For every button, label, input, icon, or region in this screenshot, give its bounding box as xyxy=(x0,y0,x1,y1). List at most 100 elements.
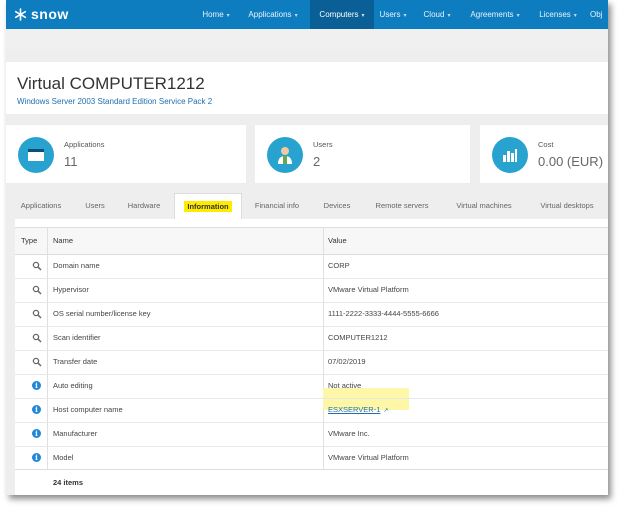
table-footer: 24 items xyxy=(15,469,608,495)
row-value: 07/02/2019 xyxy=(328,357,366,366)
nav-computers[interactable]: Computers ▾ xyxy=(310,0,374,29)
table-row[interactable]: i Manufacturer VMware Inc. xyxy=(15,422,608,447)
stat-label: Applications xyxy=(64,140,105,149)
table-row[interactable]: Domain name CORP xyxy=(15,254,608,279)
host-computer-link[interactable]: ESXSERVER-1 ↗ xyxy=(328,398,388,422)
table-row[interactable]: i Host computer name ESXSERVER-1 ↗ xyxy=(15,398,608,423)
table-row[interactable]: i Auto editing Not active xyxy=(15,374,608,399)
row-name: Host computer name xyxy=(53,405,123,414)
row-name: Hypervisor xyxy=(53,285,89,294)
row-name: Domain name xyxy=(53,261,100,270)
nav-users[interactable]: Users ▾ xyxy=(376,0,410,29)
caret-down-icon: ▾ xyxy=(361,13,365,19)
row-value: COMPUTER1212 xyxy=(328,333,388,342)
row-value: VMware Virtual Platform xyxy=(328,285,409,294)
row-value: Not active xyxy=(328,381,362,390)
row-name: Scan identifier xyxy=(53,333,101,342)
search-icon xyxy=(32,309,42,319)
top-navbar: snow Home ▾ Applications ▾ Computers ▾ User… xyxy=(6,0,608,29)
link-text: ESXSERVER-1 xyxy=(328,405,381,414)
search-icon xyxy=(32,357,42,367)
row-value: VMware Inc. xyxy=(328,429,370,438)
tab-label-highlighted: Information xyxy=(184,201,232,212)
detail-tabs: Applications Users Hardware Information … xyxy=(6,193,608,221)
row-name: OS serial number/license key xyxy=(53,309,151,318)
nav-licenses[interactable]: Licenses ▾ xyxy=(534,0,582,29)
caret-down-icon: ▾ xyxy=(294,13,298,19)
window-icon xyxy=(28,149,44,161)
tab-applications[interactable]: Applications xyxy=(10,193,72,219)
row-value: VMware Virtual Platform xyxy=(328,453,409,462)
search-icon xyxy=(32,285,42,295)
table-row[interactable]: Transfer date 07/02/2019 xyxy=(15,350,608,375)
table-row[interactable]: i Model VMware Virtual Platform xyxy=(15,446,608,471)
tab-users[interactable]: Users xyxy=(76,193,114,219)
nav-cloud[interactable]: Cloud ▾ xyxy=(420,0,454,29)
info-icon: i xyxy=(32,429,41,438)
info-icon: i xyxy=(32,405,41,414)
logo-text: snow xyxy=(31,6,69,22)
information-table: Type Name Value Domain name CORP Hypervi… xyxy=(15,219,608,495)
table-row[interactable]: OS serial number/license key 1111-2222-3… xyxy=(15,302,608,327)
tab-devices[interactable]: Devices xyxy=(314,193,360,219)
nav-applications[interactable]: Applications ▾ xyxy=(242,0,304,29)
tab-hardware[interactable]: Hardware xyxy=(118,193,170,219)
stat-label: Cost xyxy=(538,140,554,149)
stat-icon-circle xyxy=(492,137,528,173)
tab-virtual-desktops[interactable]: Virtual desktops xyxy=(530,193,604,219)
stat-value: 11 xyxy=(64,154,78,169)
caret-down-icon: ▾ xyxy=(226,13,230,19)
table-row[interactable]: Scan identifier COMPUTER1212 xyxy=(15,326,608,351)
caret-down-icon: ▾ xyxy=(447,13,451,19)
stat-value: 2 xyxy=(313,154,321,169)
nav-home[interactable]: Home ▾ xyxy=(196,0,236,29)
stat-icon-circle xyxy=(267,137,303,173)
page-title: Virtual COMPUTER1212 xyxy=(17,74,205,93)
col-header-value[interactable]: Value xyxy=(328,228,347,254)
nav-objects[interactable]: Obj xyxy=(590,0,608,29)
snowflake-icon xyxy=(14,7,27,21)
row-value: CORP xyxy=(328,261,350,270)
nav-label: Agreements xyxy=(470,10,514,19)
os-link[interactable]: Windows Server 2003 Standard Edition Ser… xyxy=(17,97,212,106)
row-name: Auto editing xyxy=(53,381,93,390)
tab-virtual-machines[interactable]: Virtual machines xyxy=(444,193,524,219)
col-header-name[interactable]: Name xyxy=(53,228,73,254)
computer-header: Virtual COMPUTER1212 Windows Server 2003… xyxy=(6,62,608,114)
row-name: Model xyxy=(53,453,74,462)
row-name: Transfer date xyxy=(53,357,98,366)
stat-users[interactable]: Users 2 xyxy=(255,125,470,183)
info-icon: i xyxy=(32,381,41,390)
nav-label: Computers xyxy=(319,10,359,19)
caret-down-icon: ▾ xyxy=(516,13,520,19)
stat-icon-circle xyxy=(18,137,54,173)
cost-chart-icon xyxy=(503,149,517,162)
caret-down-icon: ▾ xyxy=(573,13,577,19)
nav-label: Users xyxy=(379,10,401,19)
info-icon: i xyxy=(32,453,41,462)
stat-label: Users xyxy=(313,140,333,149)
row-name: Manufacturer xyxy=(53,429,98,438)
sub-toolbar xyxy=(6,29,608,49)
app-window: snow Home ▾ Applications ▾ Computers ▾ User… xyxy=(6,0,608,495)
tab-information[interactable]: Information xyxy=(174,193,242,221)
item-count: 24 items xyxy=(53,478,84,487)
table-row[interactable]: Hypervisor VMware Virtual Platform xyxy=(15,278,608,303)
tab-financial-info[interactable]: Financial info xyxy=(246,193,308,219)
col-header-type[interactable]: Type xyxy=(21,228,37,254)
stat-value: 0.00 (EUR) xyxy=(538,154,604,169)
row-value: 1111-2222-3333-4444-5555-6666 xyxy=(328,309,439,318)
nav-agreements[interactable]: Agreements ▾ xyxy=(464,0,526,29)
table-header: Type Name Value xyxy=(15,227,608,255)
tab-remote-servers[interactable]: Remote servers xyxy=(366,193,438,219)
snow-logo[interactable]: snow xyxy=(14,6,69,22)
stat-cost[interactable]: Cost 0.00 (EUR) xyxy=(480,125,608,183)
nav-label: Obj xyxy=(590,10,603,19)
stat-applications[interactable]: Applications 11 xyxy=(6,125,246,183)
nav-label: Cloud xyxy=(423,10,445,19)
external-link-icon: ↗ xyxy=(383,408,389,414)
search-icon xyxy=(32,261,42,271)
nav-label: Home xyxy=(202,10,224,19)
caret-down-icon: ▾ xyxy=(403,13,407,19)
search-icon xyxy=(32,333,42,343)
